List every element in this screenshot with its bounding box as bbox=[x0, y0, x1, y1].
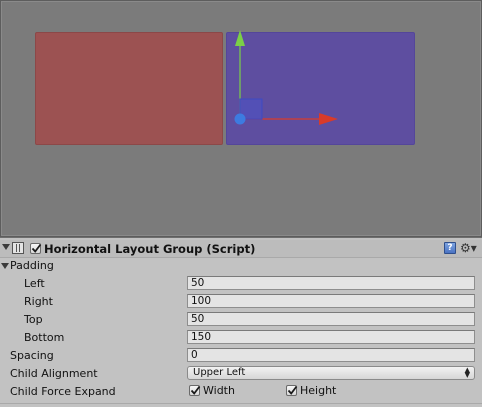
scene-view[interactable] bbox=[0, 0, 482, 237]
force-expand-height-checkbox[interactable] bbox=[286, 385, 298, 396]
padding-top-label: Top bbox=[24, 313, 43, 326]
inspector-panel: Horizontal Layout Group (Script) ? ⚙▾ Pa… bbox=[0, 237, 482, 407]
padding-label[interactable]: Padding bbox=[10, 259, 54, 272]
child-alignment-value: Upper Left bbox=[193, 367, 246, 378]
help-icon[interactable]: ? bbox=[444, 242, 456, 254]
dropdown-arrows-icon: ▲ ▼ bbox=[464, 366, 470, 379]
child-alignment-dropdown[interactable]: Upper Left ▲ ▼ bbox=[187, 366, 475, 380]
pivot-handle[interactable] bbox=[234, 113, 246, 125]
padding-bottom-label: Bottom bbox=[24, 331, 65, 344]
script-icon bbox=[12, 242, 24, 254]
child-force-expand-label: Child Force Expand bbox=[10, 385, 116, 398]
component-title: Horizontal Layout Group (Script) bbox=[44, 242, 256, 256]
force-expand-height-label: Height bbox=[300, 384, 337, 397]
spacing-field[interactable] bbox=[187, 348, 475, 362]
checkmark-icon bbox=[31, 243, 42, 253]
force-expand-width-checkbox[interactable] bbox=[189, 385, 201, 396]
padding-right-field[interactable] bbox=[187, 294, 475, 308]
padding-left-label: Left bbox=[24, 277, 45, 290]
foldout-arrow-icon[interactable] bbox=[2, 244, 10, 250]
padding-right-label: Right bbox=[24, 295, 53, 308]
padding-left-field[interactable] bbox=[187, 276, 475, 290]
padding-foldout-arrow-icon[interactable] bbox=[1, 263, 9, 269]
red-panel[interactable] bbox=[35, 32, 223, 145]
component-enabled-checkbox[interactable] bbox=[30, 243, 42, 254]
checkmark-icon bbox=[190, 385, 201, 395]
child-alignment-label: Child Alignment bbox=[10, 367, 98, 380]
checkmark-icon bbox=[287, 385, 298, 395]
spacing-label: Spacing bbox=[10, 349, 54, 362]
component-header: Horizontal Layout Group (Script) ? ⚙▾ bbox=[0, 240, 482, 258]
padding-bottom-field[interactable] bbox=[187, 330, 475, 344]
gear-icon[interactable]: ⚙▾ bbox=[460, 241, 477, 255]
purple-panel[interactable] bbox=[226, 32, 415, 145]
divider bbox=[0, 403, 482, 404]
force-expand-width-label: Width bbox=[203, 384, 235, 397]
padding-top-field[interactable] bbox=[187, 312, 475, 326]
